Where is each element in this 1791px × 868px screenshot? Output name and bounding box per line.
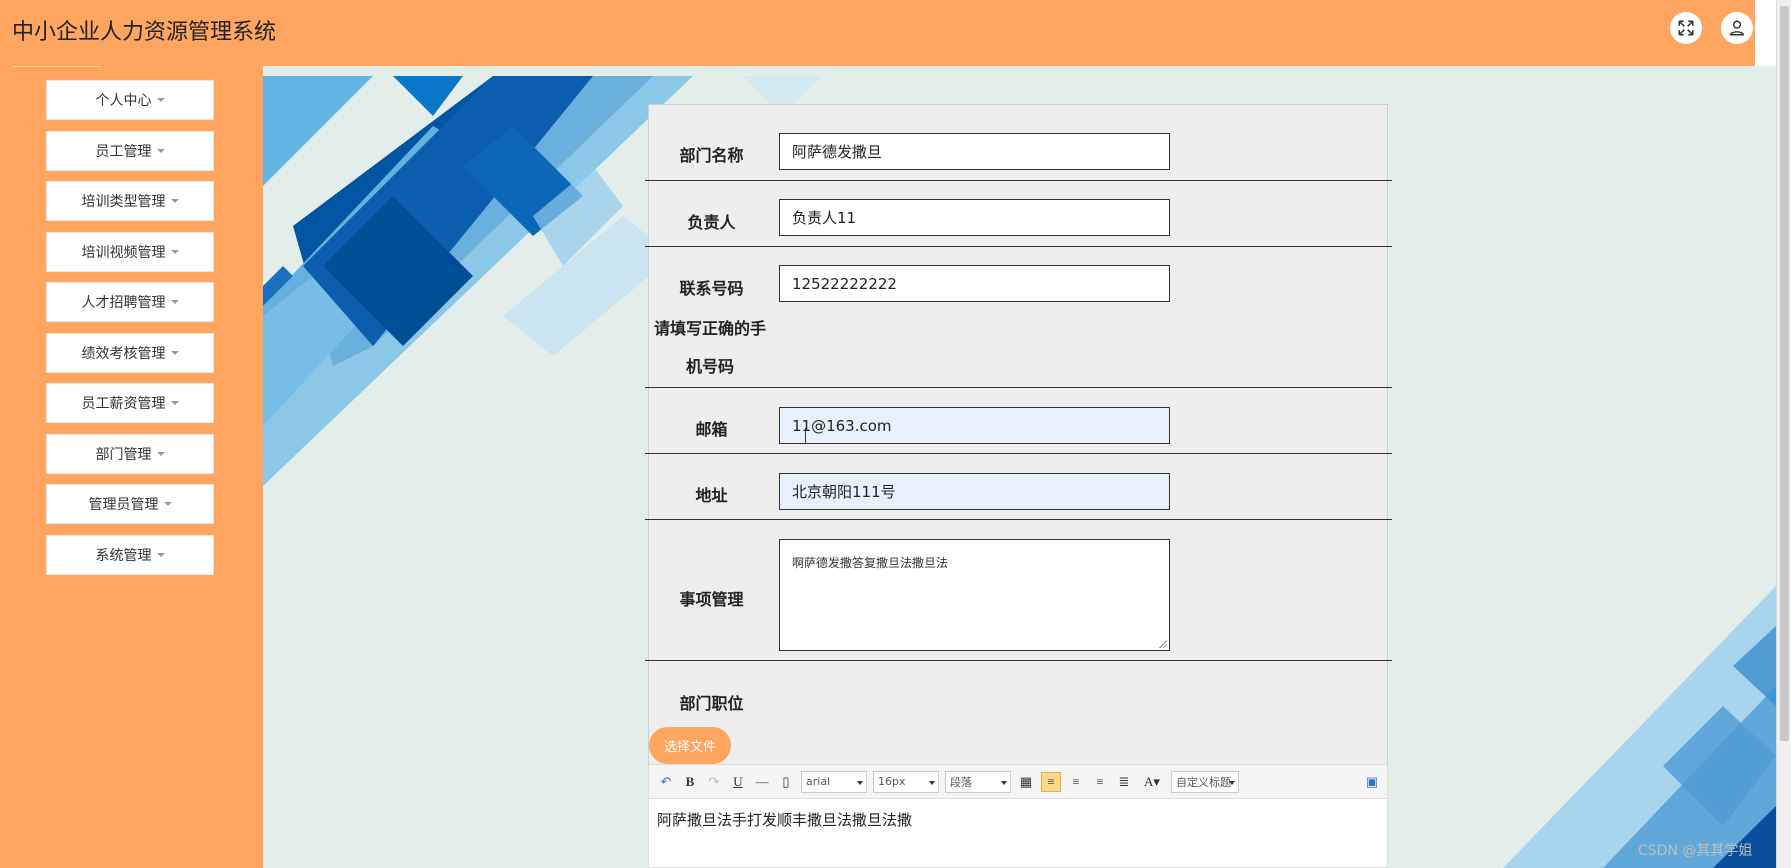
top-header: 中小企业人力资源管理系统 (0, 0, 1755, 66)
phone-label: 联系号码 (679, 279, 744, 298)
user-button[interactable] (1721, 12, 1753, 44)
caret-down-icon (163, 502, 172, 506)
sidebar-item-training-videos[interactable]: 培训视频管理 (46, 232, 214, 272)
custom-heading-select[interactable]: 自定义标题 (1171, 770, 1239, 793)
manager-label: 负责人 (687, 213, 736, 232)
phone-validation-message: 请填写正确的手机号码 (653, 319, 766, 376)
sidebar-item-employees[interactable]: 员工管理 (46, 131, 214, 171)
sidebar-item-label: 人才招聘管理 (81, 295, 166, 311)
horizontal-rule-icon[interactable]: — (753, 773, 771, 791)
row-divider (645, 387, 1392, 388)
caret-down-icon (170, 199, 179, 203)
table-icon[interactable]: ▦ (1017, 773, 1035, 791)
row-divider (645, 660, 1392, 661)
dept-name-label: 部门名称 (679, 146, 744, 165)
row-divider (645, 180, 1392, 181)
text-cursor (805, 428, 806, 443)
sidebar-item-label: 员工薪资管理 (81, 396, 166, 412)
caret-down-icon (156, 98, 165, 102)
row-divider (645, 519, 1392, 520)
font-size-select[interactable]: 16px (873, 770, 939, 793)
address-label: 地址 (695, 486, 728, 505)
sidebar-divider (12, 66, 102, 67)
matters-label: 事项管理 (679, 590, 744, 609)
align-center-icon[interactable]: ≡ (1091, 773, 1109, 791)
editor-content[interactable]: 阿萨撒旦法手打发顺丰撒旦法撒旦法撒 (657, 809, 912, 830)
address-input[interactable]: 北京朝阳111号 (779, 473, 1170, 510)
sidebar-item-training-types[interactable]: 培训类型管理 (46, 181, 214, 221)
email-label: 邮箱 (695, 420, 728, 439)
scrollbar-thumb[interactable] (1780, 6, 1789, 741)
sidebar-item-label: 员工管理 (95, 144, 152, 160)
fullscreen-editor-icon[interactable]: ▣ (1363, 773, 1381, 791)
paragraph-select[interactable]: 段落 (945, 770, 1011, 793)
sidebar-item-performance[interactable]: 绩效考核管理 (46, 333, 214, 373)
sidebar-item-label: 培训类型管理 (81, 194, 166, 210)
editor-toolbar: ↶ B ↷ U — ▯ arial 16px 段落 ▦ ≡ ≡ ≡ ≣ A▾ 自… (649, 765, 1387, 799)
caret-down-icon (170, 401, 179, 405)
sidebar-item-label: 系统管理 (95, 548, 152, 564)
caret-down-icon (170, 351, 179, 355)
vertical-scrollbar[interactable] (1776, 0, 1791, 868)
caret-down-icon (156, 553, 165, 557)
expand-icon (1678, 20, 1694, 36)
align-left-icon[interactable]: ≡ (1041, 771, 1061, 792)
sidebar-item-salary[interactable]: 员工薪资管理 (46, 383, 214, 423)
dept-name-input[interactable]: 阿萨德发撒旦 (779, 133, 1170, 170)
sidebar-item-label: 绩效考核管理 (81, 346, 166, 362)
sidebar-item-system[interactable]: 系统管理 (46, 535, 214, 575)
row-divider (645, 246, 1392, 247)
underline-icon[interactable]: U (729, 773, 747, 791)
sidebar-item-personal-center[interactable]: 个人中心 (46, 80, 214, 120)
font-color-icon[interactable]: A▾ (1139, 773, 1165, 791)
resize-handle[interactable] (1159, 640, 1167, 648)
app-title: 中小企业人力资源管理系统 (12, 20, 277, 45)
page-icon[interactable]: ▯ (777, 773, 795, 791)
matters-text: 啊萨德发撒答复撒旦法撒旦法 (792, 556, 949, 570)
matters-textarea[interactable]: 啊萨德发撒答复撒旦法撒旦法 (779, 539, 1170, 651)
sidebar-item-label: 管理员管理 (88, 497, 159, 513)
redo-icon[interactable]: ↷ (705, 773, 723, 791)
positions-label: 部门职位 (679, 694, 744, 713)
caret-down-icon (170, 300, 179, 304)
caret-down-icon (156, 149, 165, 153)
undo-icon[interactable]: ↶ (657, 773, 675, 791)
fullscreen-button[interactable] (1670, 12, 1702, 44)
sidebar-item-label: 个人中心 (95, 93, 152, 109)
email-input[interactable]: 11@163.com (779, 407, 1170, 444)
user-icon (1729, 20, 1745, 36)
bold-icon[interactable]: B (681, 773, 699, 791)
row-divider (645, 453, 1392, 454)
watermark: CSDN @其其学姐 (1638, 843, 1753, 859)
caret-down-icon (156, 452, 165, 456)
rich-text-editor: ↶ B ↷ U — ▯ arial 16px 段落 ▦ ≡ ≡ ≡ ≣ A▾ 自… (648, 764, 1388, 868)
font-family-select[interactable]: arial (801, 770, 867, 793)
sidebar-item-departments[interactable]: 部门管理 (46, 434, 214, 474)
align-justify-icon[interactable]: ≣ (1115, 773, 1133, 791)
sidebar-item-recruitment[interactable]: 人才招聘管理 (46, 282, 214, 322)
sidebar-item-admins[interactable]: 管理员管理 (46, 484, 214, 524)
caret-down-icon (170, 250, 179, 254)
choose-file-button[interactable]: 选择文件 (649, 727, 731, 764)
phone-input[interactable]: 12522222222 (779, 265, 1170, 302)
sidebar-item-label: 部门管理 (95, 447, 152, 463)
align-right-icon[interactable]: ≡ (1067, 773, 1085, 791)
sidebar-item-label: 培训视频管理 (81, 245, 166, 261)
manager-input[interactable]: 负责人11 (779, 199, 1170, 236)
